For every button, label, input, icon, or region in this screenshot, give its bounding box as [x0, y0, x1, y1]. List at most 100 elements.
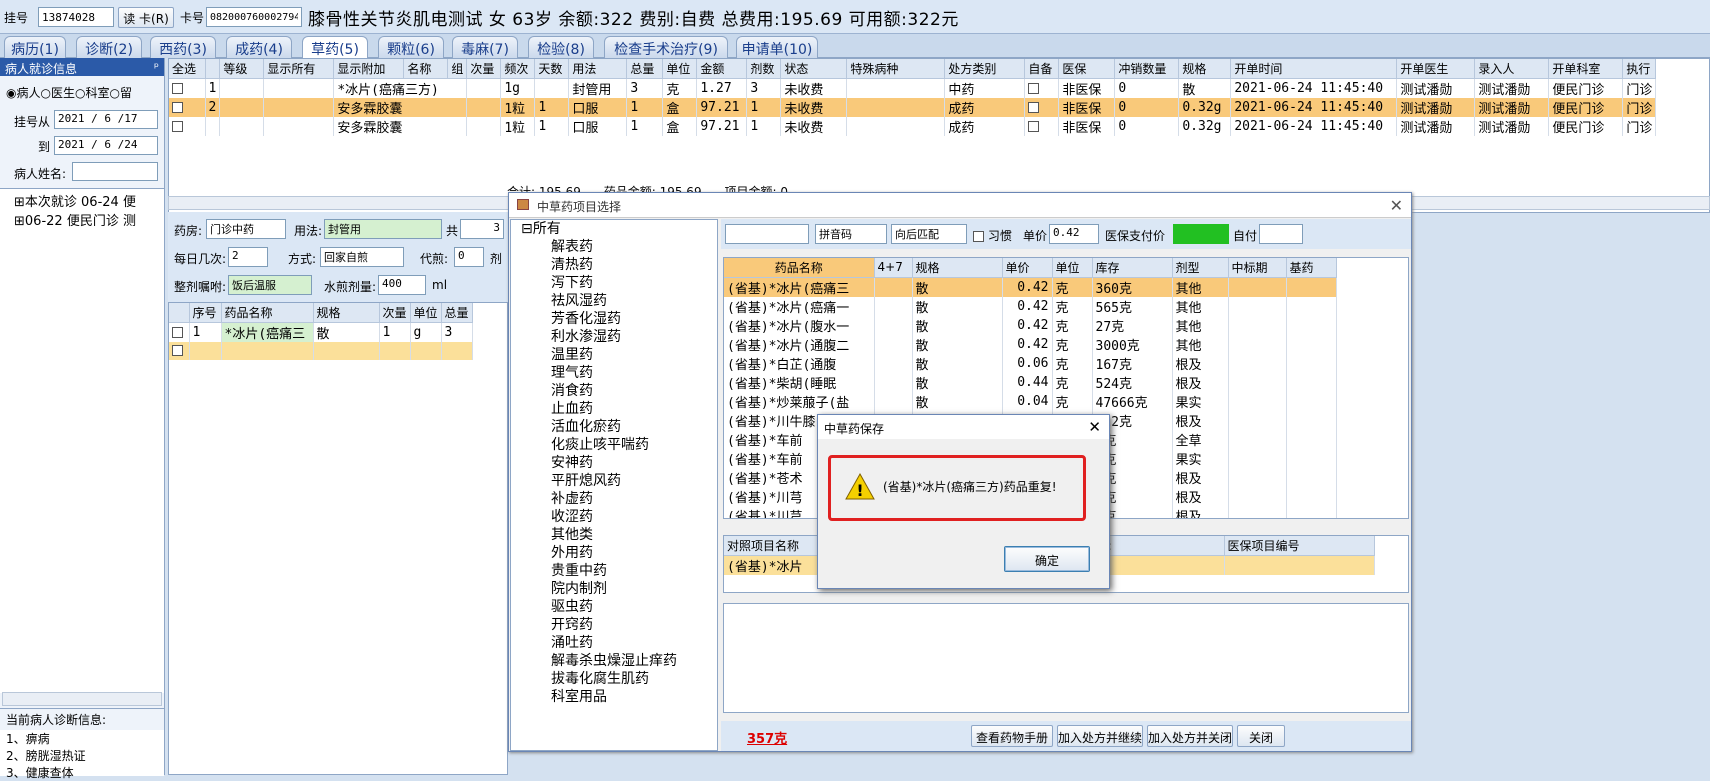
category-item[interactable]: 拔毒化腐生肌药: [511, 670, 717, 688]
row-checkbox[interactable]: [172, 120, 183, 132]
read-card-button[interactable]: 读 卡(R): [118, 7, 174, 28]
column-header[interactable]: 显示附加: [333, 59, 405, 79]
column-header[interactable]: 处方类别: [944, 59, 1026, 79]
add-close-button[interactable]: 加入处方并关闭: [1147, 725, 1233, 747]
row-checkbox[interactable]: [172, 345, 183, 356]
column-header[interactable]: 药品名称: [221, 303, 314, 323]
table-row[interactable]: 安多霖胶囊 1粒 1 口服 1 盒 97.21 1 未收费 成药 非医保 0 0.32g 2021-06-…: [169, 116, 1657, 136]
column-header[interactable]: 单位: [662, 59, 698, 79]
column-header[interactable]: 特殊病种: [846, 59, 946, 79]
column-header[interactable]: 自备: [1024, 59, 1060, 79]
match-mode-select[interactable]: 向后匹配: [891, 224, 967, 244]
category-item[interactable]: 外用药: [511, 544, 717, 562]
radio-dept-icon[interactable]: ○: [75, 86, 85, 100]
column-header[interactable]: 开单医生: [1396, 59, 1476, 79]
water-input[interactable]: 400: [378, 275, 426, 295]
category-item[interactable]: 解毒杀虫燥湿止痒药: [511, 652, 717, 670]
category-item[interactable]: 补虚药: [511, 490, 717, 508]
tab-western[interactable]: 西药(3): [150, 36, 216, 58]
pharmacy-select[interactable]: 门诊中药: [206, 219, 286, 239]
close-icon[interactable]: ✕: [1088, 418, 1101, 436]
column-header[interactable]: [169, 303, 190, 323]
row-checkbox[interactable]: [172, 326, 183, 338]
tab-patent[interactable]: 成药(4): [226, 36, 292, 58]
date-from-input[interactable]: 2021 / 6 /17: [54, 110, 158, 129]
date-to-input[interactable]: 2021 / 6 /24: [54, 136, 158, 155]
category-item[interactable]: 平肝熄风药: [511, 472, 717, 490]
column-header[interactable]: 金额: [696, 59, 748, 79]
advice-input[interactable]: 饭后温服: [228, 275, 312, 295]
cell-name[interactable]: *冰片(癌痛三: [221, 322, 314, 342]
view-manual-button[interactable]: 查看药物手册: [971, 725, 1053, 747]
tab-exam[interactable]: 检查手术治疗(9): [604, 36, 728, 58]
column-header[interactable]: 剂数: [746, 59, 782, 79]
filter-radio-group[interactable]: ◉病人○医生○科室○留: [6, 84, 132, 101]
column-header[interactable]: 名称: [403, 59, 449, 79]
column-header[interactable]: 对照项目名称: [724, 536, 825, 556]
column-header[interactable]: 执行: [1622, 59, 1657, 79]
category-item[interactable]: 科室用品: [511, 688, 717, 706]
search-mode-select[interactable]: 拼音码: [815, 224, 887, 244]
column-header[interactable]: 医保项目编号: [1224, 536, 1375, 556]
usage-input[interactable]: 封管用: [324, 219, 442, 239]
column-header[interactable]: 全选: [169, 59, 206, 79]
column-header[interactable]: [205, 59, 221, 79]
table-row[interactable]: 2 安多霖胶囊 1粒 1 口服 1 盒 97.21 1 未收费 成药 非医保 0 0.32g 2021-06…: [169, 97, 1657, 117]
tab-request[interactable]: 申请单(10): [736, 36, 818, 58]
radio-stay-icon[interactable]: ○: [110, 86, 120, 100]
column-header[interactable]: 序号: [189, 303, 222, 323]
column-header[interactable]: 频次: [500, 59, 536, 79]
category-item[interactable]: 开窍药: [511, 616, 717, 634]
notes-area[interactable]: [723, 603, 1409, 713]
column-header[interactable]: 单位: [1052, 258, 1093, 278]
table-row[interactable]: (省基)*柴胡(睡眠 散 0.44 克 524克 根及: [724, 372, 1337, 392]
column-header[interactable]: 次量: [379, 303, 411, 323]
category-item[interactable]: 利水渗湿药: [511, 328, 717, 346]
table-row[interactable]: [169, 341, 473, 360]
column-header[interactable]: 医保: [1058, 59, 1116, 79]
radio-doctor-icon[interactable]: ○: [41, 86, 51, 100]
category-item[interactable]: 祛风湿药: [511, 292, 717, 310]
table-row[interactable]: (省基)*冰片(通腹二 散 0.42 克 3000克 其他: [724, 334, 1337, 354]
column-header[interactable]: 规格: [1178, 59, 1232, 79]
column-header[interactable]: 次量: [466, 59, 502, 79]
habit-checkbox[interactable]: 习惯: [973, 227, 1012, 244]
cell-dose[interactable]: 1: [379, 322, 411, 342]
column-header[interactable]: 规格: [313, 303, 380, 323]
reg-number-input[interactable]: [38, 7, 114, 27]
category-item[interactable]: 院内制剂: [511, 580, 717, 598]
self-supply-checkbox[interactable]: [1028, 82, 1040, 94]
category-item[interactable]: 泻下药: [511, 274, 717, 292]
category-item[interactable]: 收涩药: [511, 508, 717, 526]
column-header[interactable]: 4+7: [874, 258, 913, 278]
expand-icon[interactable]: ⊞: [14, 214, 25, 229]
column-header[interactable]: 等级: [219, 59, 265, 79]
tab-herbal[interactable]: 草药(5): [302, 36, 368, 59]
table-row[interactable]: 1 *冰片(癌痛三方) 1g 封管用 3 克 1.27 3 未收费 中药 非医保 0 散 2021-06-…: [169, 78, 1657, 98]
tab-record[interactable]: 病历(1): [4, 36, 66, 58]
pin-icon[interactable]: ᵖ: [154, 60, 159, 74]
column-header[interactable]: 药品名称: [724, 258, 875, 278]
category-item[interactable]: 驱虫药: [511, 598, 717, 616]
close-button[interactable]: 关闭: [1237, 725, 1285, 747]
column-header[interactable]: 库存: [1092, 258, 1173, 278]
column-header[interactable]: 规格: [912, 258, 1003, 278]
self-supply-checkbox[interactable]: [1028, 101, 1040, 113]
column-header[interactable]: 总量: [626, 59, 664, 79]
daily-select[interactable]: 2: [228, 247, 268, 267]
collapse-icon[interactable]: ⊟: [521, 221, 533, 237]
tab-narcotic[interactable]: 毒麻(7): [452, 36, 518, 58]
category-item[interactable]: 贵重中药: [511, 562, 717, 580]
patient-name-input[interactable]: [72, 162, 158, 181]
tab-diagnosis[interactable]: 诊断(2): [76, 36, 142, 58]
ok-button[interactable]: 确定: [1004, 546, 1090, 572]
tree-root[interactable]: ⊟所有: [511, 220, 717, 238]
add-continue-button[interactable]: 加入处方并继续: [1057, 725, 1143, 747]
table-row[interactable]: (省基)*炒莱菔子(盐 散 0.04 克 47666克 果实: [724, 391, 1337, 411]
column-header[interactable]: 状态: [780, 59, 848, 79]
tab-granule[interactable]: 颗粒(6): [378, 36, 444, 58]
column-header[interactable]: 用法: [568, 59, 628, 79]
column-header[interactable]: 开单时间: [1230, 59, 1398, 79]
column-header[interactable]: 组: [447, 59, 468, 79]
category-item[interactable]: 安神药: [511, 454, 717, 472]
